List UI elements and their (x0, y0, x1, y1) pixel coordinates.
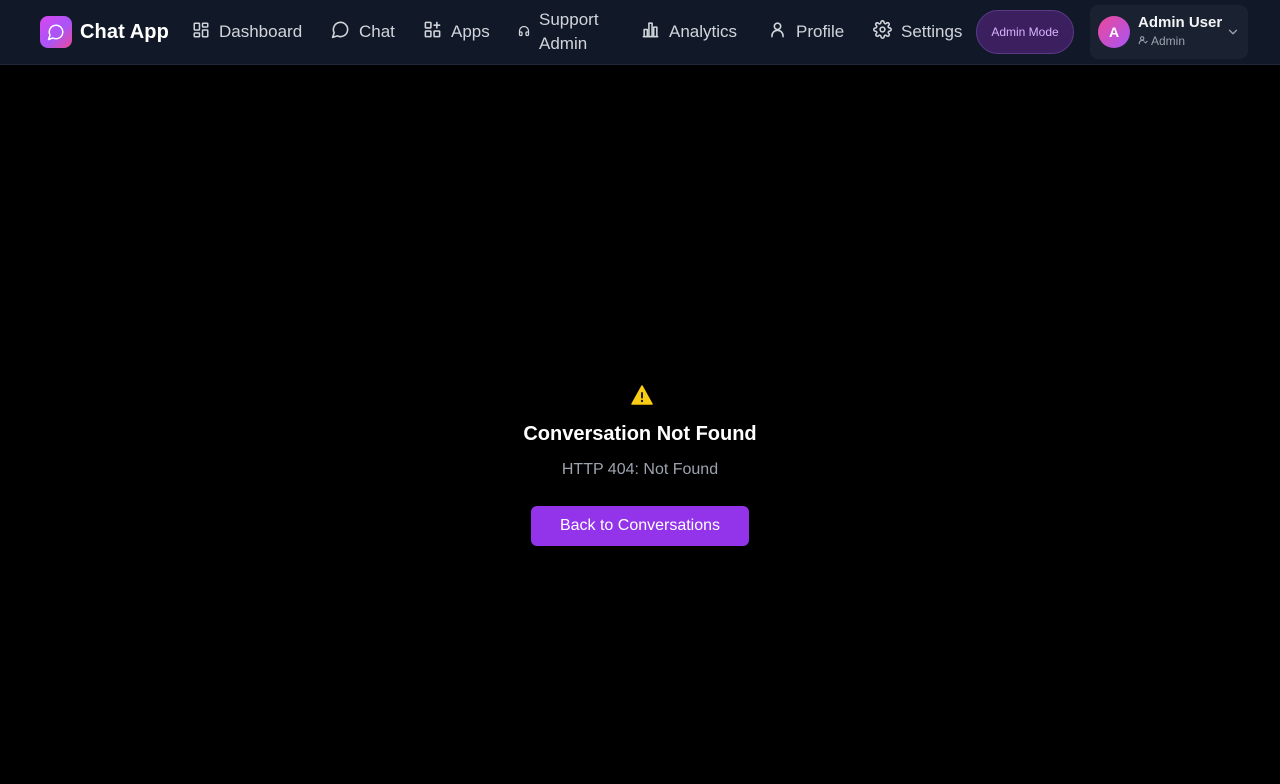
avatar: A (1098, 16, 1130, 48)
user-role: Admin (1138, 34, 1185, 48)
nav-chat-label: Chat (359, 22, 395, 41)
nav-settings-label: Settings (901, 22, 963, 41)
nav-support-admin[interactable]: Support Admin (518, 0, 599, 64)
back-to-conversations-button[interactable]: Back to Conversations (531, 506, 749, 546)
nav-chat[interactable]: Chat (331, 0, 395, 64)
admin-mode-badge[interactable]: Admin Mode (976, 10, 1074, 54)
gear-icon (873, 20, 892, 44)
user-name: Admin User (1138, 14, 1223, 31)
bar-chart-icon (641, 20, 660, 44)
dashboard-icon (192, 21, 210, 44)
nav-profile[interactable]: Profile (768, 0, 844, 64)
nav-settings[interactable]: Settings (873, 0, 962, 64)
nav-support-admin-label: Support Admin (539, 10, 599, 53)
user-menu-button[interactable]: A Admin User Admin (1090, 5, 1248, 59)
chat-bubble-icon (40, 16, 72, 48)
apps-icon (423, 20, 442, 44)
nav-apps[interactable]: Apps (423, 0, 490, 64)
error-message: HTTP 404: Not Found (561, 461, 719, 478)
nav-analytics[interactable]: Analytics (641, 0, 737, 64)
nav-analytics-label: Analytics (669, 22, 738, 41)
error-panel: Conversation Not Found HTTP 404: Not Fou… (0, 65, 1280, 784)
nav-apps-label: Apps (451, 22, 490, 41)
chat-icon (331, 20, 350, 44)
chevron-down-icon (1226, 25, 1240, 44)
error-title: Conversation Not Found (523, 423, 757, 445)
brand-home-link[interactable]: Chat App (40, 16, 169, 48)
headset-icon (518, 22, 530, 42)
nav-profile-label: Profile (796, 22, 845, 41)
user-role-label: Admin (1151, 34, 1186, 48)
nav-dashboard[interactable]: Dashboard (192, 0, 302, 64)
user-icon (768, 20, 787, 44)
top-navigation-bar: Chat App Dashboard Chat Apps Support Adm… (0, 0, 1280, 65)
brand-name: Chat App (80, 20, 169, 43)
user-small-icon (1138, 34, 1148, 48)
warning-icon (631, 385, 653, 405)
nav-dashboard-label: Dashboard (219, 22, 303, 41)
